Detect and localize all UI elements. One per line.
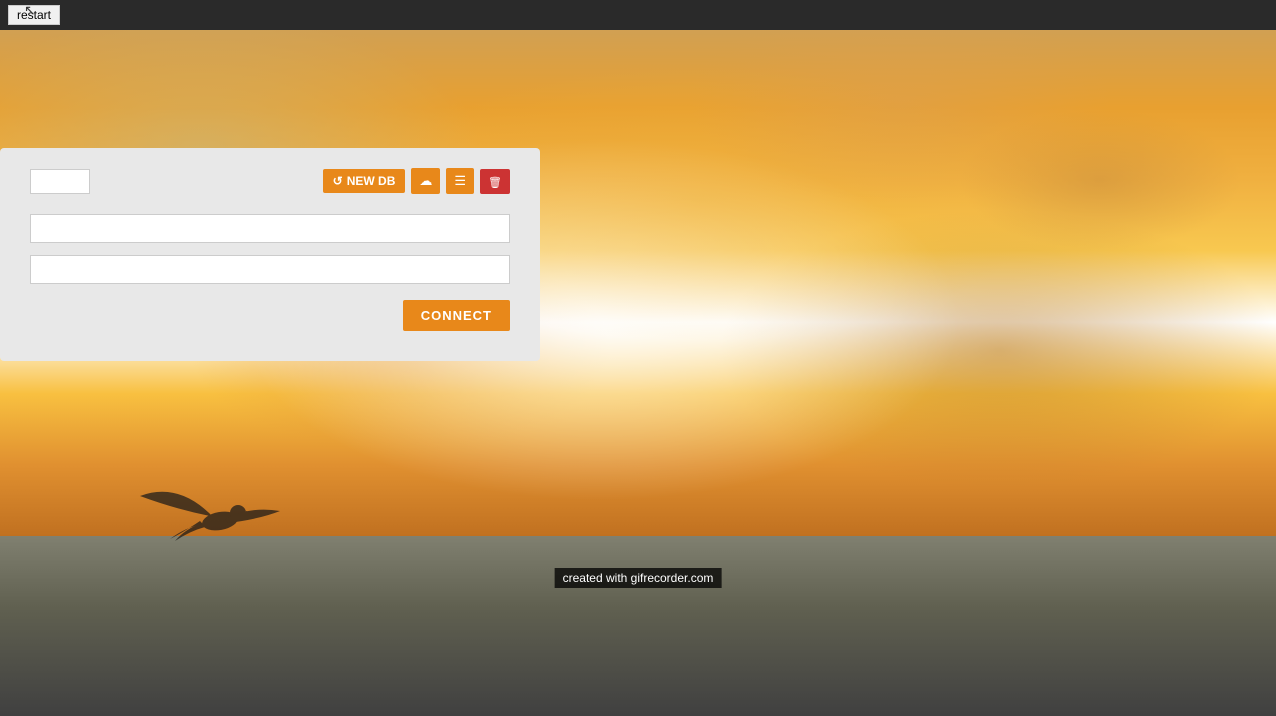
restart-label: restart <box>17 8 51 22</box>
restart-button[interactable]: restart <box>8 5 60 25</box>
list-button[interactable] <box>446 168 474 194</box>
connect-label: CONNECT <box>421 308 492 323</box>
connect-row: CONNECT <box>30 300 510 331</box>
watermark: created with gifrecorder.com <box>555 568 722 588</box>
new-db-label: NEW DB <box>347 174 396 188</box>
topbar: ↖ restart <box>0 0 1276 30</box>
field1-input[interactable] <box>30 214 510 243</box>
bird-decoration <box>120 451 320 576</box>
db-select-wrapper <box>30 169 90 194</box>
cloud-button[interactable] <box>411 168 440 194</box>
connect-button[interactable]: CONNECT <box>403 300 510 331</box>
field2-input[interactable] <box>30 255 510 284</box>
cloud-icon <box>419 173 432 188</box>
db-select[interactable] <box>30 169 90 194</box>
list-icon <box>454 173 466 188</box>
watermark-text: created with gifrecorder.com <box>563 571 714 585</box>
trash-icon <box>488 174 502 189</box>
field2-row <box>30 255 510 284</box>
dialog-panel: NEW DB CONNECT <box>0 148 540 361</box>
delete-button[interactable] <box>480 169 510 194</box>
toolbar-row: NEW DB <box>30 168 510 194</box>
field1-row <box>30 214 510 243</box>
refresh-icon <box>333 174 343 188</box>
new-db-button[interactable]: NEW DB <box>323 169 406 193</box>
